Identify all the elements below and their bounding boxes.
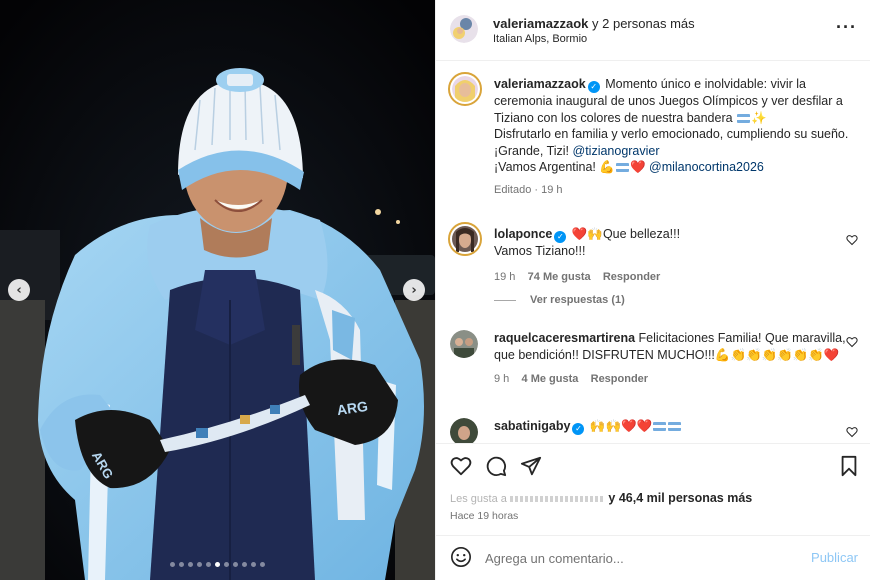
argentina-flag-icon [653, 422, 667, 431]
slide-dot [188, 562, 193, 567]
comment-bubble-icon[interactable] [485, 455, 507, 477]
like-comment-heart-icon[interactable] [846, 234, 858, 246]
verified-badge-icon: ✓ [554, 231, 567, 243]
avatar-image [452, 226, 478, 252]
view-replies-button[interactable]: Ver respuestas (1) [494, 294, 625, 306]
mention-tizianogravier[interactable]: @tizianogravier [573, 144, 660, 158]
caption-line2: Disfrutarlo en familia y verlo emocionad… [494, 127, 849, 141]
argentina-flag-icon [615, 163, 629, 172]
avatar-image [450, 330, 478, 358]
comment-sabatinigaby: sabatinigaby ✓ 🙌🙌❤️❤️ [494, 418, 846, 435]
replies-divider [494, 299, 516, 301]
post-actions: Les gusta a y 46,4 mil personas más Hace… [436, 443, 870, 535]
comment-likes[interactable]: 4 Me gusta [522, 373, 579, 385]
comment-avatar-sabatinigaby[interactable] [450, 418, 478, 443]
verified-badge-icon: ✓ [572, 423, 585, 435]
reply-button[interactable]: Responder [591, 373, 648, 385]
post-authors[interactable]: valeriamazzaok y 2 personas más [493, 16, 695, 31]
comment-text-line2: Vamos Tiziano!!! [494, 244, 586, 258]
comment-time: 9 h [494, 373, 510, 385]
slide-dot [197, 562, 202, 567]
more-options-button[interactable]: ··· [836, 18, 857, 36]
post-location[interactable]: Italian Alps, Bormio [493, 33, 587, 45]
emoji-picker-icon[interactable] [450, 546, 472, 568]
comment-meta: 9 h 4 Me gusta Responder [494, 371, 854, 388]
comment-lolaponce: lolaponce ✓ ❤️🙌Que belleza!!! Vamos Tizia… [494, 226, 846, 286]
like-comment-heart-icon[interactable] [846, 336, 858, 348]
like-comment-heart-icon[interactable] [846, 426, 858, 438]
save-bookmark-icon[interactable] [839, 455, 859, 477]
comment-username[interactable]: raquelcaceresmartirena [494, 331, 635, 345]
comment-text: ❤️🙌Que belleza!!! [571, 227, 681, 241]
caption-meta: Editado · 19 h [494, 183, 563, 196]
author-avatar[interactable] [450, 15, 478, 43]
post-media[interactable]: ARG ARG ‹ › [0, 0, 435, 580]
instagram-post-view: ARG ARG ‹ › valeriamazzaok y 2 personas … [0, 0, 870, 580]
publish-button[interactable]: Publicar [811, 550, 858, 565]
avatar-image [452, 76, 478, 102]
post-header: valeriamazzaok y 2 personas más Italian … [436, 0, 870, 61]
comment-username[interactable]: sabatinigaby [494, 419, 570, 433]
comment-text: 🙌🙌❤️❤️ [589, 419, 653, 433]
like-heart-icon[interactable] [450, 455, 472, 477]
caption-username[interactable]: valeriamazzaok [494, 77, 586, 91]
chevron-right-icon: › [411, 282, 417, 298]
next-slide-button[interactable]: › [403, 279, 425, 301]
comment-box: Publicar [436, 535, 870, 580]
slide-dot [224, 562, 229, 567]
caption-line4: ¡Vamos Argentina! [494, 160, 600, 174]
avatar-image [450, 418, 478, 443]
verified-badge-icon: ✓ [587, 81, 600, 93]
likes-prefix: Les gusta a [450, 493, 510, 505]
comment-time: 19 h [494, 271, 516, 283]
comment-likes[interactable]: 74 Me gusta [528, 271, 591, 283]
mention-milanocortina2026[interactable]: @milanocortina2026 [649, 160, 764, 174]
comment-input[interactable] [485, 548, 785, 568]
blurred-likers [509, 495, 605, 502]
red-heart-emoji: ❤️ [629, 160, 646, 174]
slide-dot [206, 562, 211, 567]
comment-username[interactable]: lolaponce [494, 227, 552, 241]
share-send-icon[interactable] [520, 455, 542, 477]
slide-indicator [0, 562, 435, 567]
slide-dot [170, 562, 175, 567]
previous-slide-button[interactable]: ‹ [8, 279, 30, 301]
argentina-flag-icon [668, 422, 682, 431]
post-time: Hace 19 horas [450, 510, 519, 522]
sparkles-emoji: ✨ [751, 110, 767, 125]
flexed-biceps-emoji: 💪 [599, 160, 615, 174]
caption-line3: ¡Grande, Tizi! [494, 143, 573, 158]
slide-dot [215, 562, 220, 567]
avatar-image [450, 15, 478, 43]
caption-avatar[interactable] [448, 72, 482, 106]
likes-summary[interactable]: Les gusta a y 46,4 mil personas más [450, 491, 752, 505]
comment-meta: 19 h 74 Me gusta Responder [494, 269, 846, 286]
view-replies-label: Ver respuestas (1) [530, 294, 625, 306]
chevron-left-icon: ‹ [16, 282, 22, 298]
more-horizontal-icon: ··· [836, 17, 857, 37]
reply-button[interactable]: Responder [603, 271, 660, 283]
slide-dot [251, 562, 256, 567]
slide-dot [233, 562, 238, 567]
comment-raquelcaceresmartirena: raquelcaceresmartirena Felicitaciones Fa… [494, 330, 854, 388]
likes-count: y 46,4 mil personas más [608, 491, 753, 505]
comment-avatar-raquelcaceresmartirena[interactable] [450, 330, 478, 358]
slide-dot [179, 562, 184, 567]
post-photo: ARG ARG [0, 0, 435, 580]
post-panel: valeriamazzaok y 2 personas más Italian … [435, 0, 870, 580]
coauthors-text[interactable]: y 2 personas más [588, 16, 695, 31]
argentina-flag-icon [737, 113, 751, 123]
author-username[interactable]: valeriamazzaok [493, 16, 588, 31]
slide-dot [242, 562, 247, 567]
slide-dot [260, 562, 265, 567]
post-caption: valeriamazzaok ✓ Momento único e inolvida… [494, 76, 866, 198]
comment-avatar-lolaponce[interactable] [448, 222, 482, 256]
